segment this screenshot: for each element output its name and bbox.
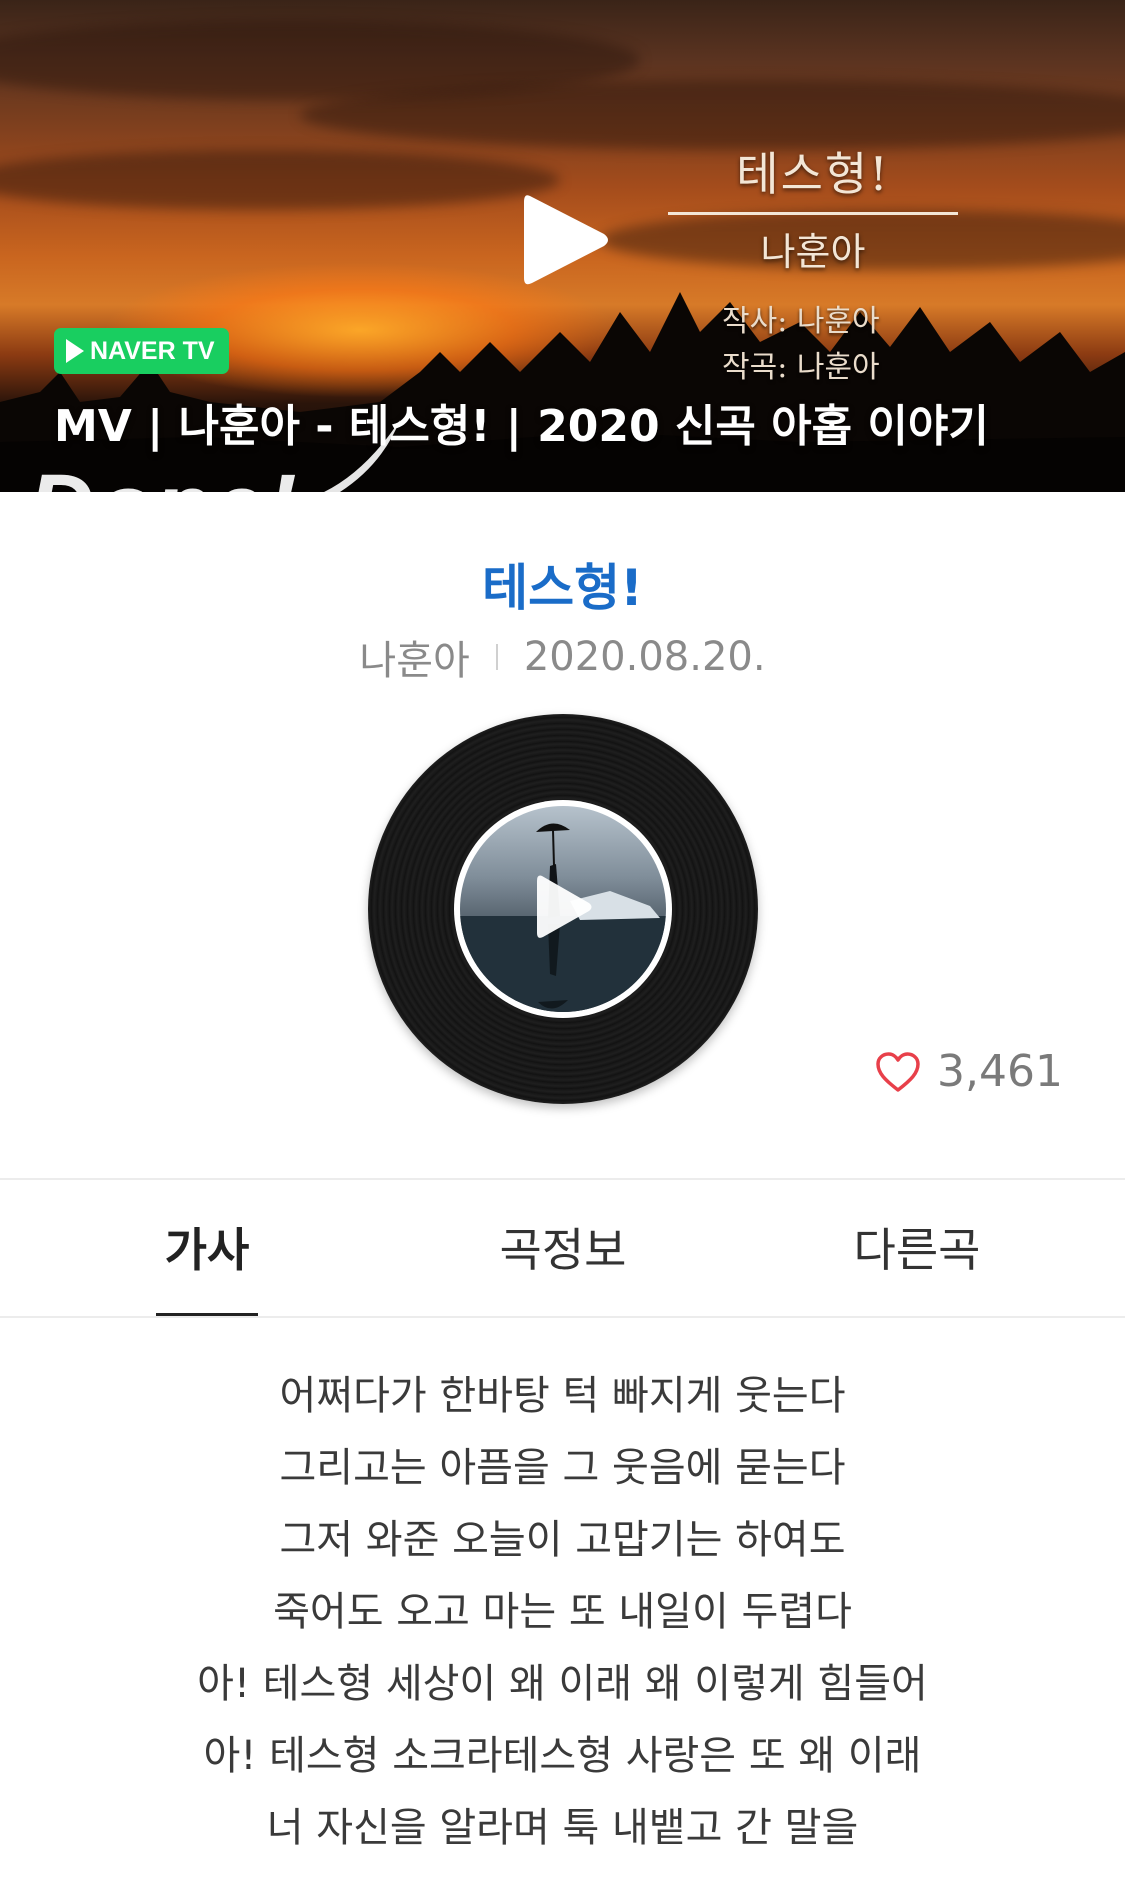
heart-icon: [876, 1051, 920, 1092]
mv-artist: 나훈아: [760, 230, 866, 274]
mv-song-title: 테스형!: [736, 147, 890, 201]
tab-other-songs[interactable]: 다른곡: [810, 1180, 1024, 1314]
sky-cloud: [0, 150, 560, 210]
lyric-line: 죽어도 오고 마는 또 내일이 두렵다: [273, 1589, 852, 1635]
lyric-line: 그리고는 아픔을 그 웃음에 묻는다: [279, 1445, 846, 1491]
song-title: 테스형!: [482, 559, 643, 617]
dope-watermark: Dope!: [28, 455, 299, 492]
lyrics-body: 어쩌다가 한바탕 턱 빠지게 웃는다 그리고는 아픔을 그 웃음에 묻는다 그저…: [0, 1360, 1125, 1864]
tab-song-info[interactable]: 곡정보: [456, 1180, 670, 1314]
vinyl-player[interactable]: [368, 714, 758, 1104]
like-button[interactable]: 3,461: [875, 1046, 1063, 1097]
naver-tv-label: NAVER TV: [90, 336, 215, 365]
meta-divider: [495, 644, 498, 670]
vinyl-play-icon[interactable]: [534, 872, 594, 942]
lyric-line: 그저 와준 오늘이 고맙기는 하여도: [279, 1517, 846, 1563]
song-meta: 나훈아 2020.08.20.: [0, 628, 1125, 686]
lyric-line: 아! 테스형 소크라테스형 사랑은 또 왜 이래: [203, 1733, 922, 1779]
tabs-divider-bottom: [0, 1316, 1125, 1318]
video-caption: MV | 나훈아 - 테스형! | 2020 신곡 아홉 이야기: [54, 401, 989, 452]
watermark-swoosh: [323, 420, 400, 492]
mv-title-overlay: 테스형! 나훈아: [668, 138, 958, 276]
mv-title-divider: [668, 212, 958, 215]
lyric-line: 너 자신을 알라며 툭 내뱉고 간 말을: [266, 1805, 859, 1851]
naver-tv-badge: NAVER TV: [54, 328, 229, 374]
lyric-line: 어쩌다가 한바탕 턱 빠지게 웃는다: [279, 1373, 846, 1419]
mv-lyricist: 작사: 나훈아: [722, 304, 880, 339]
video-play-icon[interactable]: [520, 190, 610, 290]
naver-play-icon: [66, 339, 84, 363]
like-count: 3,461: [937, 1046, 1063, 1097]
tab-bar: 가사 곡정보 다른곡: [0, 1180, 1125, 1316]
lyric-line: 아! 테스형 세상이 왜 이래 왜 이렇게 힘들어: [197, 1661, 928, 1707]
release-date: 2020.08.20.: [523, 634, 766, 680]
mv-composer: 작곡: 나훈아: [722, 350, 880, 385]
video-player[interactable]: 테스형! 나훈아 작사: 나훈아 작곡: 나훈아 NAVER TV MV | 나…: [0, 0, 1125, 492]
album-cover-button[interactable]: [454, 800, 672, 1018]
artist-name[interactable]: 나훈아: [359, 628, 469, 686]
tab-lyrics[interactable]: 가사: [100, 1180, 314, 1314]
